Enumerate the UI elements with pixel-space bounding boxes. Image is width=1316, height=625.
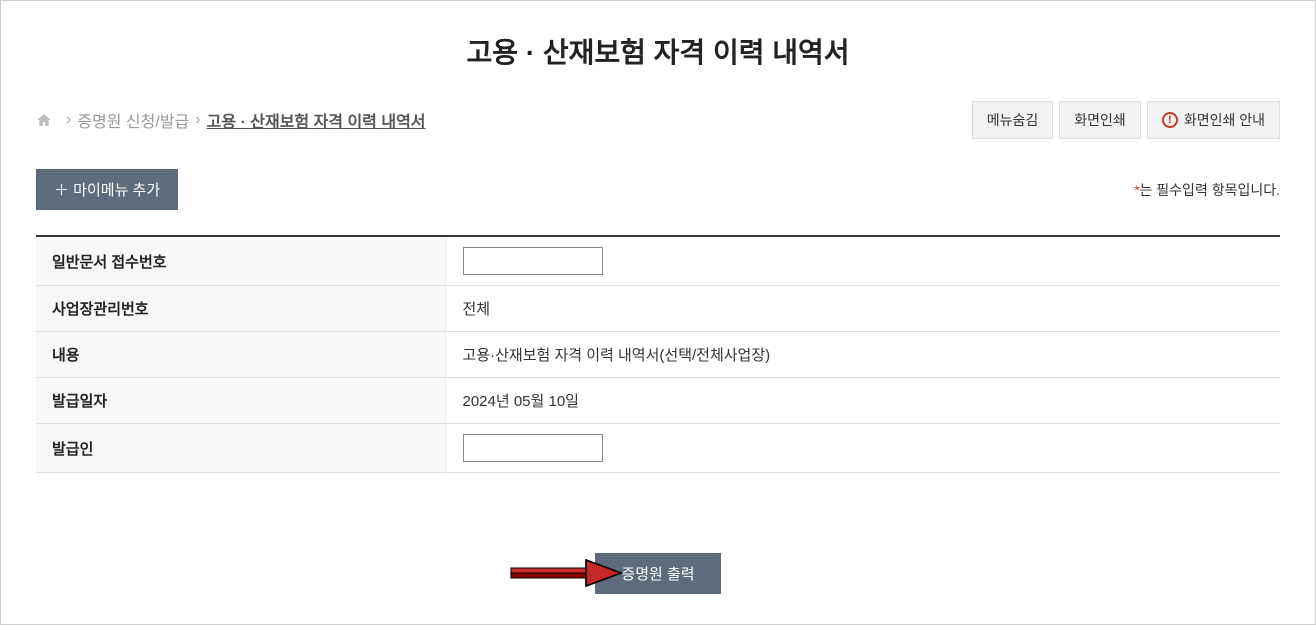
- issue-date-label: 발급일자: [36, 378, 446, 424]
- alert-icon: !: [1162, 112, 1178, 128]
- breadcrumb-item[interactable]: 증명원 신청/발급: [77, 108, 189, 132]
- breadcrumb-separator: ›: [195, 111, 200, 129]
- required-note: *는 필수입력 항목입니다.: [1134, 180, 1280, 200]
- breadcrumb-current: 고용 · 산재보험 자격 이력 내역서: [207, 108, 426, 132]
- table-row: 일반문서 접수번호: [36, 236, 1280, 286]
- breadcrumb: › 증명원 신청/발급 › 고용 · 산재보험 자격 이력 내역서: [36, 108, 426, 132]
- page-title: 고용 · 산재보험 자격 이력 내역서: [36, 31, 1280, 71]
- form-table: 일반문서 접수번호 사업장관리번호 전체 내용 고용·산재보험 자격 이력 내역…: [36, 235, 1280, 473]
- hide-menu-button[interactable]: 메뉴숨김: [972, 101, 1054, 139]
- print-screen-button[interactable]: 화면인쇄: [1059, 101, 1141, 139]
- home-icon[interactable]: [36, 112, 52, 128]
- issue-date-value: 2024년 05월 10일: [446, 378, 1280, 424]
- table-row: 발급일자 2024년 05월 10일: [36, 378, 1280, 424]
- content-value: 고용·산재보험 자격 이력 내역서(선택/전체사업장): [446, 332, 1280, 378]
- print-guide-label: 화면인쇄 안내: [1184, 110, 1265, 130]
- doc-number-input[interactable]: [463, 247, 603, 275]
- doc-number-label: 일반문서 접수번호: [36, 236, 446, 286]
- issuer-label: 발급인: [36, 424, 446, 473]
- breadcrumb-separator: ›: [66, 111, 71, 129]
- print-certificate-button[interactable]: 증명원 출력: [595, 553, 720, 594]
- print-guide-button[interactable]: ! 화면인쇄 안내: [1147, 101, 1280, 139]
- issuer-input[interactable]: [463, 434, 603, 462]
- workplace-label: 사업장관리번호: [36, 286, 446, 332]
- table-row: 발급인: [36, 424, 1280, 473]
- add-my-menu-button[interactable]: ＋ 마이메뉴 추가: [36, 169, 178, 210]
- table-row: 사업장관리번호 전체: [36, 286, 1280, 332]
- workplace-value: 전체: [446, 286, 1280, 332]
- required-text: 는 필수입력 항목입니다.: [1140, 182, 1280, 198]
- content-label: 내용: [36, 332, 446, 378]
- table-row: 내용 고용·산재보험 자격 이력 내역서(선택/전체사업장): [36, 332, 1280, 378]
